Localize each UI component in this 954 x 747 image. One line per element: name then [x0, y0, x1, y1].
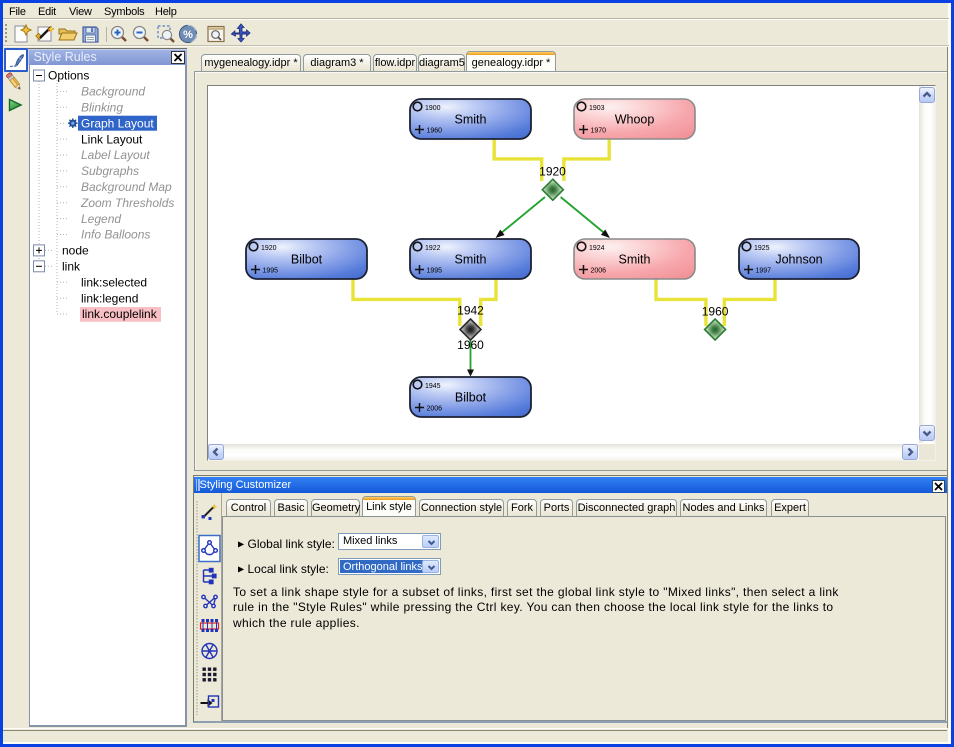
svg-text:1924: 1924 — [589, 245, 605, 252]
svg-text:1960: 1960 — [702, 305, 729, 319]
svg-text:Legend: Legend — [81, 212, 121, 226]
svg-text:1925: 1925 — [754, 245, 770, 252]
svg-text:Subgraphs: Subgraphs — [81, 164, 139, 178]
svg-text:1960: 1960 — [457, 338, 484, 352]
svg-text:1922: 1922 — [425, 245, 441, 252]
svg-text:1945: 1945 — [425, 383, 441, 390]
svg-text:link:legend: link:legend — [81, 291, 138, 305]
svg-text:1970: 1970 — [591, 128, 607, 135]
svg-text:Background: Background — [81, 85, 145, 99]
svg-text:1920: 1920 — [539, 165, 566, 179]
svg-text:link.couplelink: link.couplelink — [82, 307, 158, 321]
svg-text:link:selected: link:selected — [81, 275, 147, 289]
svg-text:node: node — [62, 244, 89, 258]
svg-text:Johnson: Johnson — [775, 253, 822, 267]
svg-text:%: % — [183, 29, 193, 41]
svg-text:Options: Options — [48, 69, 89, 83]
svg-text:Whoop: Whoop — [615, 113, 655, 127]
svg-text:1997: 1997 — [756, 268, 772, 275]
svg-text:Link Layout: Link Layout — [81, 132, 143, 146]
svg-text:Smith: Smith — [455, 113, 487, 127]
svg-text:Smith: Smith — [619, 253, 651, 267]
svg-text:1920: 1920 — [261, 245, 277, 252]
svg-text:1900: 1900 — [425, 105, 441, 112]
svg-text:Smith: Smith — [455, 253, 487, 267]
svg-text:1942: 1942 — [457, 304, 484, 318]
svg-text:link: link — [62, 260, 81, 274]
svg-text:Blinking: Blinking — [81, 101, 123, 115]
svg-text:1960: 1960 — [427, 128, 443, 135]
svg-text:Label Layout: Label Layout — [81, 148, 150, 162]
svg-text:Graph Layout: Graph Layout — [81, 116, 154, 130]
svg-text:1995: 1995 — [263, 268, 279, 275]
svg-text:Bilbot: Bilbot — [455, 391, 487, 405]
svg-text:1995: 1995 — [427, 268, 443, 275]
svg-text:2006: 2006 — [427, 406, 443, 413]
svg-text:Background Map: Background Map — [81, 180, 172, 194]
svg-text:Bilbot: Bilbot — [291, 253, 323, 267]
svg-text:Zoom Thresholds: Zoom Thresholds — [80, 196, 174, 210]
svg-text:2006: 2006 — [591, 268, 607, 275]
svg-text:1903: 1903 — [589, 105, 605, 112]
svg-text:Info Balloons: Info Balloons — [81, 228, 150, 242]
